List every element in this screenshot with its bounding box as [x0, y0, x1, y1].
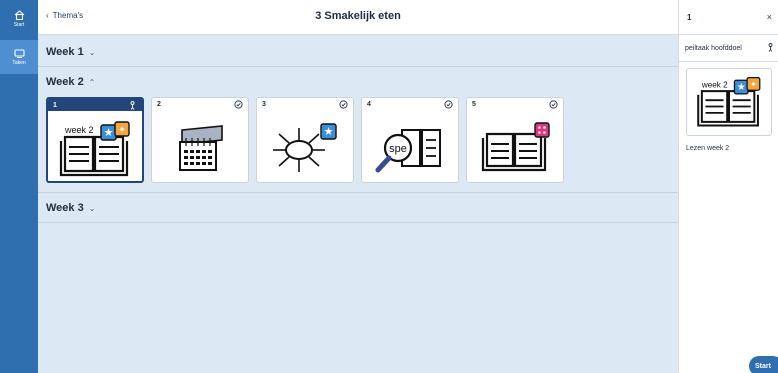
header-bar: ‹ Thema's 3 Smakelijk eten	[38, 0, 678, 35]
main-content: Week 1 ⌄ Week 2 ⌃ 1 week 2 ★ ✦ 2 3 ★ 4 s…	[38, 35, 678, 373]
lesson-card-1[interactable]: 1 week 2 ★ ✦	[46, 97, 144, 183]
magnifier-spelling-icon: spe	[362, 114, 458, 182]
week-label: Week 3	[46, 202, 84, 214]
nav-item-label: Taken	[12, 59, 26, 66]
detail-panel: 1 × peiltaak hoofddoel week 2 ★ ✦ Lezen …	[678, 0, 778, 373]
open-book-icon	[467, 114, 563, 182]
divider	[38, 222, 678, 223]
week-2-header[interactable]: Week 2 ⌃	[46, 76, 95, 88]
start-button[interactable]: Start	[749, 356, 778, 373]
page-title: 3 Smakelijk eten	[315, 10, 401, 22]
lesson-card-4[interactable]: 4 spe	[361, 97, 459, 183]
lesson-card-5[interactable]: 5	[466, 97, 564, 183]
lesson-number: 1	[53, 101, 57, 109]
open-book-week2-icon: week 2 ★ ✦	[48, 115, 142, 181]
image-caption: spe	[389, 143, 407, 155]
calendar-icon	[152, 114, 248, 182]
week-label: Week 1	[46, 46, 84, 58]
lesson-thumbnail[interactable]: week 2 ★ ✦	[686, 68, 772, 136]
home-icon	[14, 10, 24, 20]
person-icon	[128, 100, 137, 110]
image-caption: week 2	[701, 81, 728, 90]
week-label: Week 2	[46, 76, 84, 88]
lesson-number: 2	[157, 101, 161, 108]
image-caption: week 2	[64, 125, 94, 135]
lesson-caption: Lezen week 2	[686, 145, 730, 152]
svg-text:✦: ✦	[750, 79, 757, 89]
lesson-number: 4	[367, 101, 371, 108]
nav-item-start[interactable]: Start	[0, 2, 38, 36]
nav-item-label: Start	[13, 22, 25, 28]
svg-text:★: ★	[104, 126, 114, 139]
svg-text:★: ★	[737, 82, 746, 93]
divider	[38, 192, 678, 193]
week-1-header[interactable]: Week 1 ⌄	[46, 46, 95, 58]
person-icon	[767, 42, 774, 54]
tasks-icon	[13, 48, 25, 58]
check-circle-icon	[234, 100, 243, 109]
week-3-header[interactable]: Week 3 ⌄	[46, 202, 95, 214]
mindmap-icon: ★	[257, 114, 353, 182]
check-circle-icon	[444, 100, 453, 109]
chevron-down-icon: ⌄	[88, 47, 96, 57]
panel-header: 1 ×	[679, 0, 778, 35]
panel-title: 1	[687, 12, 692, 22]
check-circle-icon	[549, 100, 558, 109]
panel-task-row[interactable]: peiltaak hoofddoel	[679, 35, 778, 62]
task-label: peiltaak hoofddoel	[685, 44, 742, 52]
chevron-up-icon: ⌃	[88, 77, 96, 87]
chevron-down-icon: ⌄	[88, 203, 96, 213]
lesson-number: 3	[262, 101, 266, 108]
svg-text:✦: ✦	[118, 126, 126, 136]
nav-item-taken[interactable]: Taken	[0, 40, 38, 74]
divider	[38, 66, 678, 67]
open-book-week2-icon: week 2 ★ ✦	[697, 76, 761, 127]
lesson-number: 5	[472, 101, 476, 108]
nav-rail: Start Taken	[0, 0, 38, 373]
lesson-card-3[interactable]: 3 ★	[256, 97, 354, 183]
close-icon[interactable]: ×	[767, 12, 772, 22]
lesson-card-2[interactable]: 2	[151, 97, 249, 183]
svg-text:★: ★	[324, 125, 334, 138]
check-circle-icon	[339, 100, 348, 109]
